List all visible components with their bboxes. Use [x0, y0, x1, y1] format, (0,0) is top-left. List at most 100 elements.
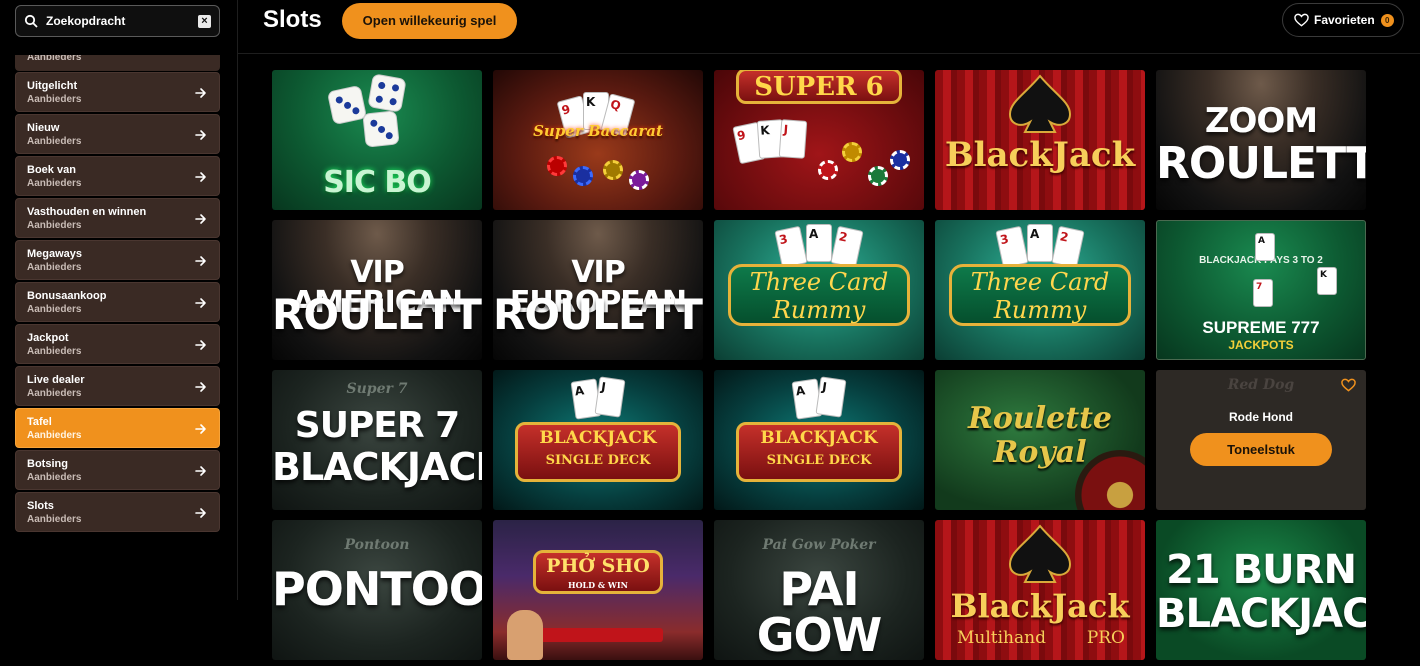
- game-tile-blackjack-single-deck[interactable]: A J BLACKJACK SINGLE DECK: [493, 370, 703, 510]
- sidebar-item-uitgelicht[interactable]: Uitgelicht Aanbieders: [15, 72, 220, 112]
- sidebar-item-label: Nieuw: [27, 122, 60, 134]
- sidebar-item-boek-van[interactable]: Boek van Aanbieders: [15, 156, 220, 196]
- favorites-label: Favorieten: [1314, 13, 1375, 27]
- arrow-right-icon: [195, 298, 206, 308]
- sidebar-item-botsing[interactable]: Botsing Aanbieders: [15, 450, 220, 490]
- open-random-game-button[interactable]: Open willekeurig spel: [342, 3, 517, 39]
- heart-icon: [1294, 13, 1309, 27]
- game-tile-super-7-blackjack[interactable]: Super 7 SUPER 7 BLACKJACK: [272, 370, 482, 510]
- arrow-right-icon: [195, 130, 206, 140]
- game-tile-blackjack-single-deck-2[interactable]: A J BLACKJACK SINGLE DECK: [714, 370, 924, 510]
- favorite-heart-icon[interactable]: [1341, 378, 1356, 392]
- sidebar-item-slots[interactable]: Slots Aanbieders: [15, 492, 220, 532]
- game-tile-vip-european-roulette[interactable]: VIP EUROPEAN ROULETTE: [493, 220, 703, 360]
- game-background-label: Super 7: [346, 381, 408, 397]
- sidebar-item-tafel[interactable]: Tafel Aanbieders: [15, 408, 220, 448]
- sidebar-item-sublabel: Aanbieders: [27, 94, 82, 105]
- sidebar-item-partial[interactable]: Aanbieders: [15, 55, 220, 71]
- game-background-label: Pontoon: [344, 537, 410, 553]
- game-tile-three-card-rummy-2[interactable]: 3 A 2 Three Card Rummy: [935, 220, 1145, 360]
- sidebar-item-live-dealer[interactable]: Live dealer Aanbieders: [15, 366, 220, 406]
- game-badge: PRO: [1086, 628, 1125, 648]
- game-grid: SIC BO 9 K Q Super Baccarat SUPER 6 9 K …: [272, 70, 1366, 660]
- game-tile-super-6[interactable]: SUPER 6 9 K J: [714, 70, 924, 210]
- game-tile-blackjack-multihand-pro[interactable]: BlackJack Multihand PRO: [935, 520, 1145, 660]
- arrow-right-icon: [195, 466, 206, 476]
- search-icon: [24, 14, 38, 28]
- game-tile-blackjack[interactable]: BlackJack: [935, 70, 1145, 210]
- arrow-right-icon: [195, 214, 206, 224]
- arrow-right-icon: [195, 88, 206, 98]
- game-tile-super-baccarat[interactable]: 9 K Q Super Baccarat: [493, 70, 703, 210]
- game-subtitle: BLACKJACK: [272, 445, 482, 489]
- sidebar-item-sublabel: Aanbieders: [27, 262, 82, 273]
- game-tile-21-burn-blackjack[interactable]: 21 BURN BLACKJACK: [1156, 520, 1366, 660]
- header: Slots Open willekeurig spel Favorieten 0: [238, 0, 1420, 54]
- game-title: SUPER 7: [294, 405, 460, 446]
- chef-character: [507, 610, 543, 660]
- game-tile-roulette-royal[interactable]: Roulette Royal: [935, 370, 1145, 510]
- sidebar-item-label: Slots: [27, 500, 54, 512]
- sidebar-item-vasthouden-en-winnen[interactable]: Vasthouden en winnen Aanbieders: [15, 198, 220, 238]
- arrow-right-icon: [195, 256, 206, 266]
- clear-search-icon[interactable]: ×: [198, 14, 211, 28]
- sidebar-item-megaways[interactable]: Megaways Aanbieders: [15, 240, 220, 280]
- game-subtitle: Rummy: [993, 296, 1087, 324]
- play-button[interactable]: Toneelstuk: [1190, 433, 1332, 466]
- page-title: Slots: [263, 6, 322, 33]
- sidebar-item-label: Vasthouden en winnen: [27, 206, 147, 218]
- sidebar-item-sublabel: Aanbieders: [27, 136, 82, 147]
- game-tile-pai-gow[interactable]: Pai Gow Poker PAI GOW: [714, 520, 924, 660]
- game-subtitle: HOLD & WIN: [568, 580, 628, 590]
- favorites-button[interactable]: Favorieten 0: [1282, 3, 1404, 37]
- arrow-right-icon: [195, 172, 206, 182]
- game-title: SUPREME 777: [1202, 318, 1320, 337]
- game-title: PHỞ SHO: [546, 555, 650, 577]
- game-title: BlackJack: [950, 587, 1130, 625]
- arrow-right-icon: [195, 382, 206, 392]
- game-title: SUPER 6: [736, 70, 902, 104]
- search-input[interactable]: Zoekopdracht ×: [15, 5, 220, 37]
- game-subtitle: JACKPOTS: [1228, 338, 1294, 352]
- dice-icon: [367, 73, 407, 113]
- search-placeholder: Zoekopdracht: [46, 14, 126, 28]
- game-title: BLACKJACK: [760, 428, 878, 448]
- game-subtitle: ROULETTE: [272, 290, 482, 339]
- game-tile-pho-sho[interactable]: PHỞ SHO HOLD & WIN: [493, 520, 703, 660]
- sidebar-item-bonusaankoop[interactable]: Bonusaankoop Aanbieders: [15, 282, 220, 322]
- game-tile-three-card-rummy[interactable]: 3 A 2 Three Card Rummy: [714, 220, 924, 360]
- game-subtitle: BLACKJACK: [1156, 591, 1366, 637]
- game-title: Three Card: [970, 268, 1110, 296]
- game-subtitle: ROULETTE: [493, 290, 703, 339]
- sidebar-item-label: Botsing: [27, 458, 68, 470]
- game-subtitle: SINGLE DECK: [545, 453, 651, 468]
- game-subtitle: SINGLE DECK: [766, 453, 872, 468]
- sidebar-item-sublabel: Aanbieders: [27, 514, 82, 525]
- game-subtitle: Rummy: [772, 296, 866, 324]
- game-title: ZOOM: [1204, 101, 1318, 141]
- dice-icon: [362, 110, 400, 148]
- arrow-right-icon: [195, 424, 206, 434]
- sidebar-item-sublabel: Aanbieders: [27, 430, 82, 441]
- spade-emblem-icon: [1008, 524, 1072, 583]
- game-tile-supreme-777-jackpots[interactable]: BLACKJACK PAYS 3 TO 2 A 7 K SUPREME 777 …: [1156, 220, 1366, 360]
- sidebar-item-label: Boek van: [27, 164, 76, 176]
- game-tile-rode-hond-hovered[interactable]: Red Dog Rode Hond Toneelstuk: [1156, 370, 1366, 510]
- sidebar-item-sublabel: Aanbieders: [27, 346, 82, 357]
- favorites-count-badge: 0: [1380, 13, 1394, 27]
- sidebar-item-label: Uitgelicht: [27, 80, 78, 92]
- game-title: 21 BURN: [1166, 547, 1357, 593]
- game-tile-pontoon[interactable]: Pontoon PONTOON: [272, 520, 482, 660]
- game-title: Three Card: [749, 268, 889, 296]
- sidebar-item-nieuw[interactable]: Nieuw Aanbieders: [15, 114, 220, 154]
- sidebar-item-jackpot[interactable]: Jackpot Aanbieders: [15, 324, 220, 364]
- game-subtitle: Multihand: [957, 628, 1046, 648]
- game-tile-vip-american-roulette[interactable]: VIP AMERICAN ROULETTE: [272, 220, 482, 360]
- sidebar-item-label: Bonusaankoop: [27, 290, 107, 302]
- game-tile-sic-bo[interactable]: SIC BO: [272, 70, 482, 210]
- sidebar-item-label: Jackpot: [27, 332, 69, 344]
- sidebar-item-sublabel: Aanbieders: [27, 388, 82, 399]
- game-tile-zoom-roulette[interactable]: ZOOM ROULETTE: [1156, 70, 1366, 210]
- arrow-right-icon: [195, 508, 206, 518]
- game-title: PONTOON: [272, 562, 482, 616]
